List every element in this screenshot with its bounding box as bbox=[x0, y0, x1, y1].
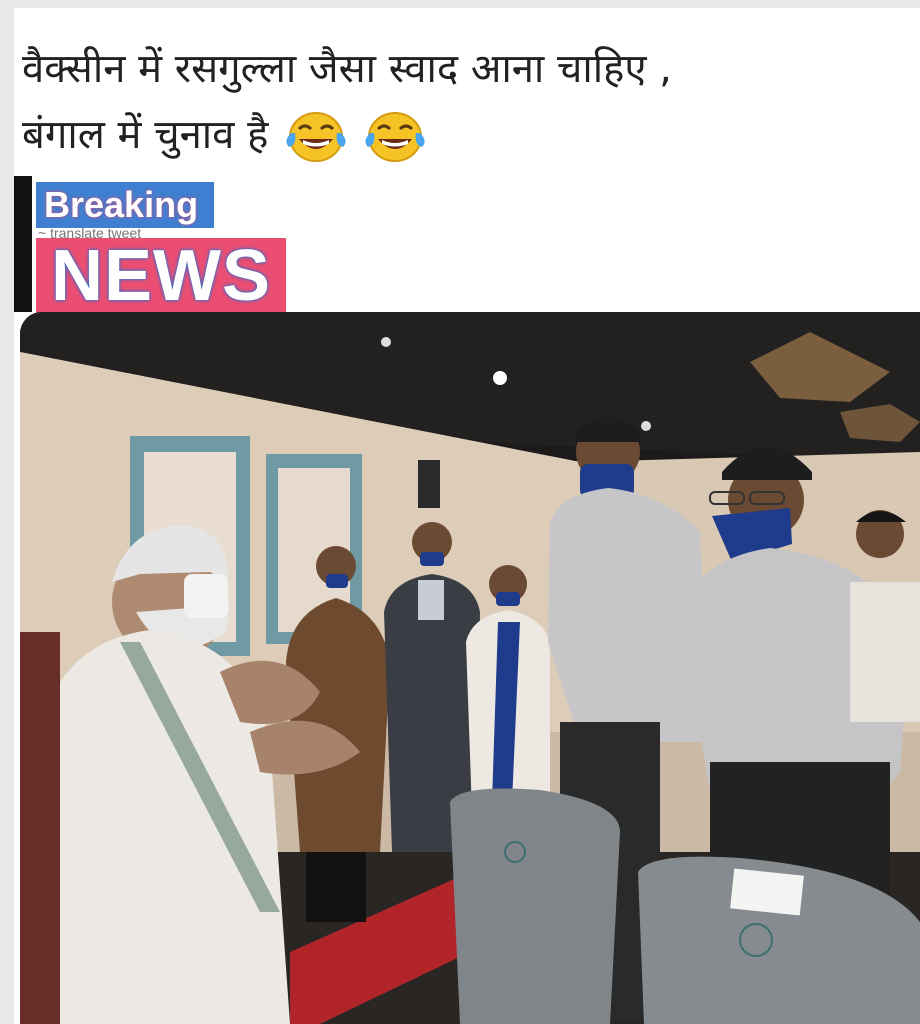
photo-illustration bbox=[20, 312, 920, 1024]
theatre-seat-center bbox=[450, 788, 620, 1024]
post-caption: वैक्सीन में रसगुल्ला जैसा स्वाद आना चाहि… bbox=[22, 36, 912, 168]
face-with-tears-of-joy-icon bbox=[286, 112, 346, 162]
caption-line-1: वैक्सीन में रसगुल्ला जैसा स्वाद आना चाहि… bbox=[22, 46, 672, 92]
news-photo bbox=[20, 312, 920, 1024]
breaking-label: Breaking bbox=[36, 182, 214, 228]
speaker bbox=[418, 460, 440, 508]
sticker-accent-bar bbox=[14, 176, 32, 312]
face-with-tears-of-joy-icon bbox=[365, 112, 425, 162]
caption-line-2: बंगाल में चुनाव है bbox=[22, 112, 269, 158]
news-label: NEWS bbox=[36, 238, 286, 314]
person-edge-left bbox=[20, 632, 60, 1024]
ceiling-light bbox=[493, 371, 507, 385]
